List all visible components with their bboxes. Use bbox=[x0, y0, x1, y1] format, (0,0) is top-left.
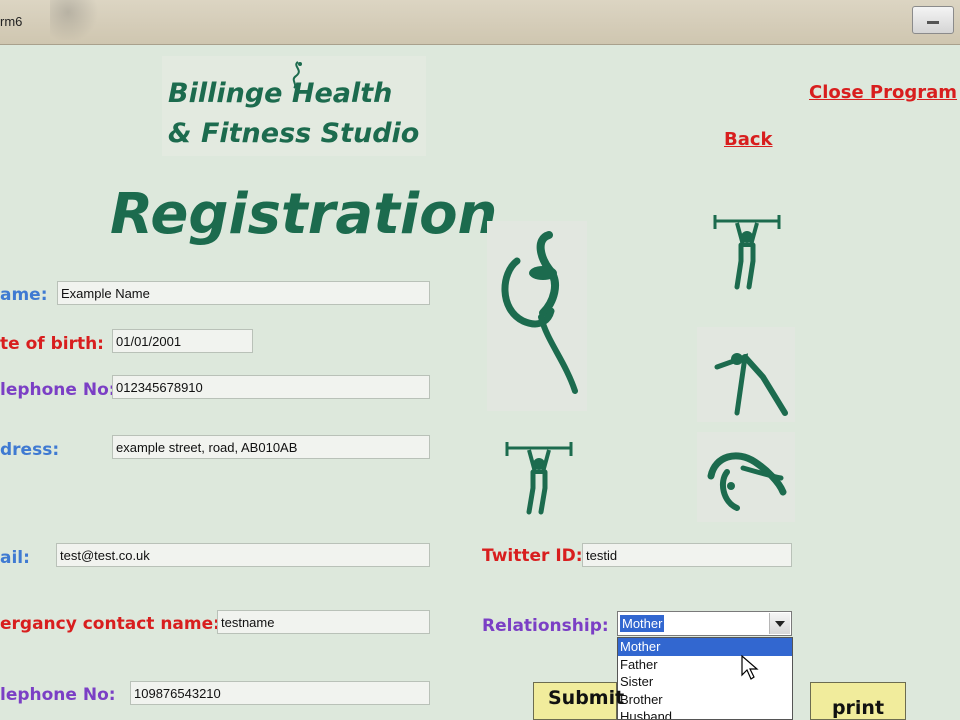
logo-line2: & Fitness Studio bbox=[168, 118, 420, 149]
minimize-button[interactable] bbox=[912, 6, 954, 34]
submit-button[interactable]: Submit bbox=[533, 682, 624, 720]
twitter-label: Twitter ID: bbox=[482, 546, 583, 566]
email-input[interactable]: test@test.co.uk bbox=[56, 543, 430, 567]
option-brother[interactable]: Brother bbox=[618, 691, 792, 709]
option-father[interactable]: Father bbox=[618, 656, 792, 674]
relationship-selected: Mother bbox=[620, 615, 665, 632]
emergency-phone-input[interactable]: 109876543210 bbox=[130, 681, 430, 705]
weightlifter-picture-2 bbox=[487, 428, 587, 520]
option-mother[interactable]: Mother bbox=[618, 638, 792, 656]
phone-label: lephone No: bbox=[0, 380, 116, 400]
name-label: ame: bbox=[0, 285, 48, 305]
gymnast-icon bbox=[707, 452, 787, 511]
logo-line1: Billinge Health bbox=[168, 78, 393, 109]
dob-input[interactable]: 01/01/2001 bbox=[112, 329, 253, 353]
weightlifter-icon bbox=[505, 442, 573, 515]
dancer-picture bbox=[487, 221, 587, 411]
weightlifter-icon bbox=[713, 215, 781, 290]
window-title: rm6 bbox=[0, 14, 23, 29]
address-label: dress: bbox=[0, 440, 60, 460]
option-husband[interactable]: Husband bbox=[618, 708, 792, 719]
phone-input[interactable]: 012345678910 bbox=[112, 375, 430, 399]
print-button[interactable]: print bbox=[810, 682, 906, 720]
emergency-contact-input[interactable]: testname bbox=[217, 610, 430, 634]
chevron-down-icon[interactable] bbox=[769, 613, 790, 634]
relationship-dropdown-list[interactable]: Mother Father Sister Brother Husband bbox=[617, 637, 793, 720]
name-input[interactable]: Example Name bbox=[57, 281, 430, 305]
twitter-input[interactable]: testid bbox=[582, 543, 792, 567]
relationship-select[interactable]: Mother bbox=[617, 611, 792, 636]
runner-icon bbox=[714, 353, 788, 416]
dancer-icon bbox=[501, 231, 578, 394]
titlebar-decoration bbox=[50, 0, 110, 40]
emergency-contact-label: ergancy contact name: bbox=[0, 614, 220, 634]
emergency-phone-label: lephone No: bbox=[0, 685, 116, 705]
close-program-link[interactable]: Close Program bbox=[809, 82, 957, 103]
gymnast-picture bbox=[697, 432, 795, 522]
studio-logo: Billinge Health & Fitness Studio bbox=[162, 56, 426, 156]
email-label: ail: bbox=[0, 548, 30, 568]
mouse-cursor-icon bbox=[741, 655, 759, 680]
weightlifter-picture-1 bbox=[697, 201, 797, 311]
back-link[interactable]: Back bbox=[724, 129, 773, 150]
address-input[interactable]: example street, road, AB010AB bbox=[112, 435, 430, 459]
athlete-picture bbox=[697, 327, 795, 422]
dancer-logo-icon bbox=[292, 61, 302, 89]
page-title: Registration bbox=[110, 182, 498, 247]
option-sister[interactable]: Sister bbox=[618, 673, 792, 691]
window-titlebar: rm6 bbox=[0, 0, 960, 45]
relationship-label: Relationship: bbox=[482, 616, 609, 636]
dob-label: te of birth: bbox=[0, 334, 104, 354]
